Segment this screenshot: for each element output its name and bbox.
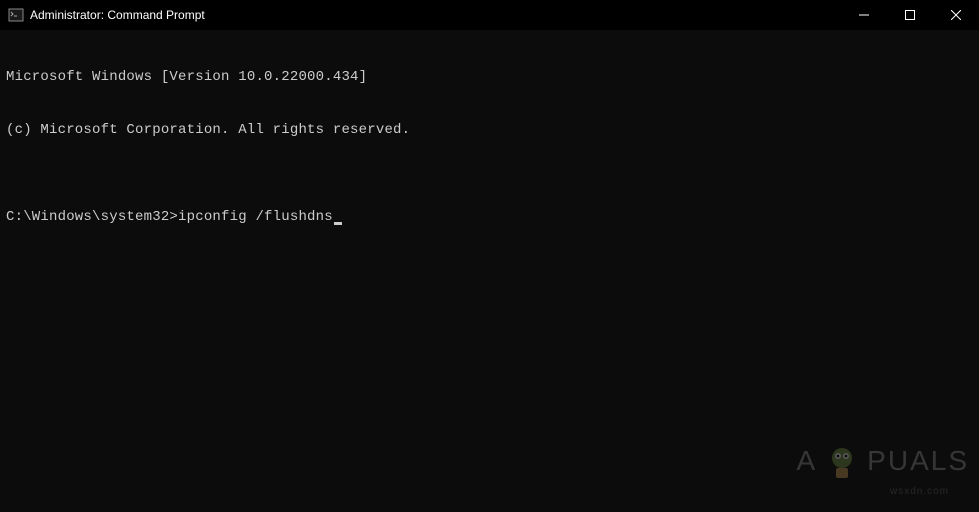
cmd-icon [8, 7, 24, 23]
cursor [334, 222, 342, 225]
minimize-button[interactable] [841, 0, 887, 30]
output-line: (c) Microsoft Corporation. All rights re… [6, 122, 973, 140]
window-title: Administrator: Command Prompt [30, 8, 205, 22]
prompt-path: C:\Windows\system32> [6, 209, 178, 227]
terminal-body[interactable]: Microsoft Windows [Version 10.0.22000.43… [0, 30, 979, 512]
titlebar-controls [841, 0, 979, 30]
close-button[interactable] [933, 0, 979, 30]
cmd-window: Administrator: Command Prompt Microsoft … [0, 0, 979, 512]
maximize-button[interactable] [887, 0, 933, 30]
output-line: Microsoft Windows [Version 10.0.22000.43… [6, 69, 973, 87]
titlebar[interactable]: Administrator: Command Prompt [0, 0, 979, 30]
prompt-line: C:\Windows\system32>ipconfig /flushdns [6, 209, 973, 227]
typed-command: ipconfig /flushdns [178, 209, 333, 227]
titlebar-left: Administrator: Command Prompt [8, 7, 205, 23]
